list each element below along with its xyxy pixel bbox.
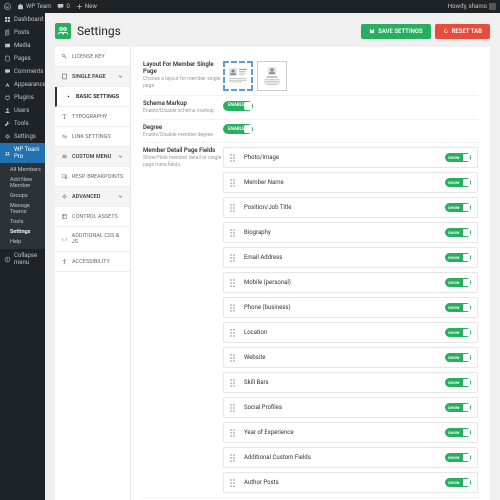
field-item-social-profiles: Social ProfilesSHOW — [223, 397, 478, 418]
field-item-biography: BiographySHOW — [223, 222, 478, 243]
admin-topbar: WP Team 0 New Howdy, shamo — [0, 0, 500, 13]
drag-handle-icon[interactable] — [230, 479, 238, 487]
sidebar-item-settings[interactable]: Settings — [0, 130, 45, 143]
field-toggle[interactable]: SHOW — [445, 353, 471, 362]
sidebar-sub-help[interactable]: Help — [0, 237, 45, 247]
field-toggle[interactable]: SHOW — [445, 253, 471, 262]
admin-sidebar: DashboardPostsMediaPagesCommentsAppearan… — [0, 13, 45, 500]
drag-handle-icon[interactable] — [230, 404, 238, 412]
tab-accessibility[interactable]: ACCESSIBILITY — [55, 252, 130, 272]
sidebar-item-comments[interactable]: Comments — [0, 65, 45, 78]
comments-count[interactable]: 0 — [57, 3, 69, 10]
schema-toggle[interactable]: ENABLED — [223, 101, 253, 111]
field-toggle[interactable]: SHOW — [445, 228, 471, 237]
drag-handle-icon[interactable] — [230, 354, 238, 362]
degree-toggle[interactable]: ENABLED — [223, 124, 253, 134]
field-toggle[interactable]: SHOW — [445, 278, 471, 287]
field-item-photo-image: Photo/ImageSHOW — [223, 147, 478, 168]
sidebar-item-plugins[interactable]: Plugins — [0, 91, 45, 104]
tab-basic-settings[interactable]: BASIC SETTINGS — [55, 87, 130, 107]
tab-resp-breakpoints[interactable]: RESP. BREAKPOINTS — [55, 167, 130, 187]
field-item-email-address: Email AddressSHOW — [223, 247, 478, 268]
tab-typography[interactable]: TYPOGRAPHY — [55, 107, 130, 127]
tab-license-key[interactable]: LICENSE KEY — [55, 47, 130, 67]
drag-handle-icon[interactable] — [230, 379, 238, 387]
sidebar-sub-tools[interactable]: Tools — [0, 217, 45, 227]
field-toggle[interactable]: SHOW — [445, 303, 471, 312]
field-item-year-of-experience: Year of ExperienceSHOW — [223, 422, 478, 443]
drag-handle-icon[interactable] — [230, 279, 238, 287]
fields-row: Member Detail Page FieldsShow/Hide membe… — [143, 143, 478, 498]
sidebar-sub-all-members[interactable]: All Members — [0, 165, 45, 175]
drag-handle-icon[interactable] — [230, 329, 238, 337]
drag-handle-icon[interactable] — [230, 229, 238, 237]
field-toggle[interactable]: SHOW — [445, 478, 471, 487]
drag-handle-icon[interactable] — [230, 429, 238, 437]
drag-handle-icon[interactable] — [230, 204, 238, 212]
field-toggle[interactable]: SHOW — [445, 378, 471, 387]
sidebar-sub-manage-teams[interactable]: Manage Teams — [0, 201, 45, 217]
sidebar-item-wp-team-pro[interactable]: WP Team Pro — [0, 143, 45, 163]
layout-row: Layout For Member Single PageChoose a la… — [143, 57, 478, 96]
page-title: Settings — [77, 24, 121, 38]
sidebar-sub-settings[interactable]: Settings — [0, 227, 45, 237]
field-item-phone-business-: Phone (business)SHOW — [223, 297, 478, 318]
settings-main: Layout For Member Single PageChoose a la… — [131, 47, 490, 500]
field-item-mobile-personal-: Mobile (personal)SHOW — [223, 272, 478, 293]
sidebar-item-pages[interactable]: Pages — [0, 52, 45, 65]
field-toggle[interactable]: SHOW — [445, 153, 471, 162]
sidebar-sub-groups[interactable]: Groups — [0, 191, 45, 201]
sidebar-sub-add-new-member[interactable]: Add New Member — [0, 175, 45, 191]
sidebar-item-dashboard[interactable]: Dashboard — [0, 13, 45, 26]
field-toggle[interactable]: SHOW — [445, 403, 471, 412]
site-name[interactable]: WP Team — [17, 3, 51, 10]
tab-additional-css-js[interactable]: ADDITIONAL CSS & JS — [55, 227, 130, 252]
tab-link-settings[interactable]: LINK SETTINGS — [55, 127, 130, 147]
schema-row: Schema MarkupEnable/Disable schema marku… — [143, 96, 478, 120]
sidebar-item-posts[interactable]: Posts — [0, 26, 45, 39]
drag-handle-icon[interactable] — [230, 179, 238, 187]
degree-row: DegreeEnable/Disable member degree. ENAB… — [143, 120, 478, 144]
field-item-location: LocationSHOW — [223, 322, 478, 343]
sidebar-item-users[interactable]: Users — [0, 104, 45, 117]
drag-handle-icon[interactable] — [230, 304, 238, 312]
field-item-website: WebsiteSHOW — [223, 347, 478, 368]
content-area: Settings SAVE SETTINGS RESET TAB LICENSE… — [45, 13, 500, 500]
tab-advanced[interactable]: ADVANCED — [55, 187, 130, 207]
drag-handle-icon[interactable] — [230, 454, 238, 462]
page-header: Settings SAVE SETTINGS RESET TAB — [55, 23, 490, 39]
field-toggle[interactable]: SHOW — [445, 203, 471, 212]
field-toggle[interactable]: SHOW — [445, 428, 471, 437]
plugin-logo-icon — [55, 23, 71, 39]
field-toggle[interactable]: SHOW — [445, 453, 471, 462]
reset-tab-button[interactable]: RESET TAB — [435, 24, 490, 39]
field-toggle[interactable]: SHOW — [445, 328, 471, 337]
settings-tabs: LICENSE KEYSINGLE PAGEBASIC SETTINGSTYPO… — [55, 47, 131, 500]
field-item-author-posts: Author PostsSHOW — [223, 472, 478, 493]
wp-logo[interactable] — [4, 3, 11, 10]
sidebar-item-media[interactable]: Media — [0, 39, 45, 52]
sidebar-item-tools[interactable]: Tools — [0, 117, 45, 130]
layout-option-2[interactable] — [257, 61, 287, 91]
tab-control-assets[interactable]: CONTROL ASSETS — [55, 207, 130, 227]
layout-option-1[interactable] — [223, 61, 253, 91]
new-content[interactable]: New — [76, 3, 97, 10]
howdy-user[interactable]: Howdy, shamo — [448, 3, 496, 10]
drag-handle-icon[interactable] — [230, 154, 238, 162]
settings-panel: LICENSE KEYSINGLE PAGEBASIC SETTINGSTYPO… — [55, 47, 490, 500]
tab-custom-menu[interactable]: CUSTOM MENU — [55, 147, 130, 167]
save-settings-button[interactable]: SAVE SETTINGS — [361, 24, 430, 39]
sidebar-item-appearance[interactable]: Appearance — [0, 78, 45, 91]
collapse-menu[interactable]: Collapse menu — [0, 249, 45, 269]
tab-single-page[interactable]: SINGLE PAGE — [55, 67, 130, 87]
field-item-skill-bars: Skill BarsSHOW — [223, 372, 478, 393]
field-toggle[interactable]: SHOW — [445, 178, 471, 187]
field-item-position-job-title: Position/Job TitleSHOW — [223, 197, 478, 218]
field-item-additional-custom-fields: Additional Custom FieldsSHOW — [223, 447, 478, 468]
drag-handle-icon[interactable] — [230, 254, 238, 262]
field-item-member-name: Member NameSHOW — [223, 172, 478, 193]
